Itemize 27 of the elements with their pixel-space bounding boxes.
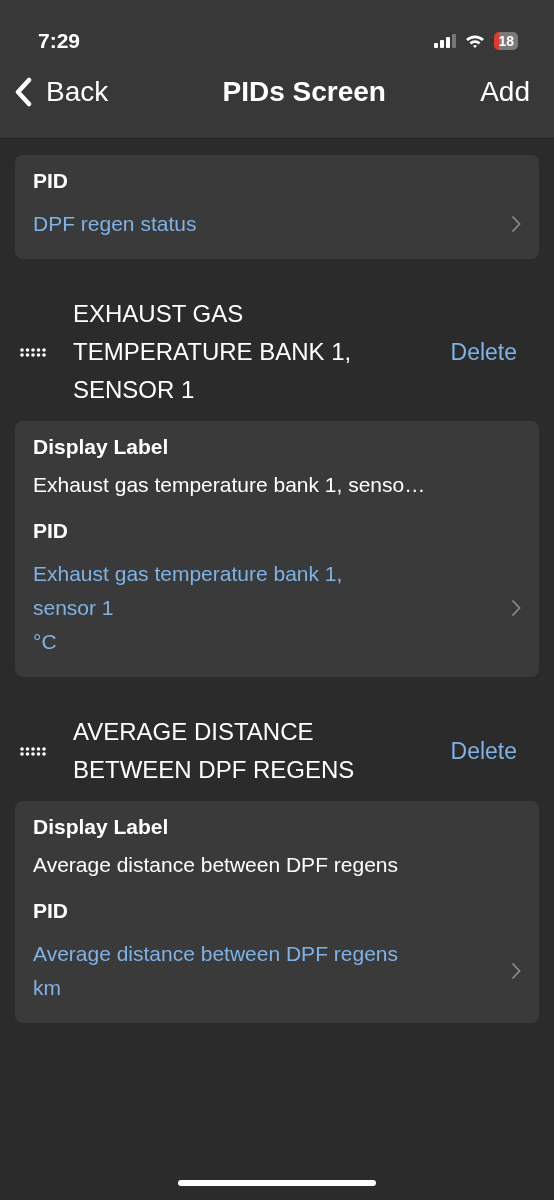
- wifi-icon: [465, 34, 486, 48]
- field-label: Display Label: [33, 815, 170, 839]
- delete-button[interactable]: Delete: [450, 737, 517, 765]
- field-label: PID: [33, 169, 69, 193]
- screen-title: PIDs Screen: [222, 76, 386, 108]
- add-button[interactable]: Add: [480, 76, 530, 108]
- status-time: 7:29: [38, 29, 81, 53]
- signal-icon: [434, 34, 457, 48]
- field-label: PID: [33, 519, 69, 543]
- pid-selector[interactable]: DPF regen status: [33, 207, 521, 241]
- chevron-right-icon: [511, 215, 521, 233]
- chevron-right-icon: [511, 599, 521, 617]
- field-value: Exhaust gas temperature bank 1, senso…: [33, 473, 427, 497]
- back-chevron-icon: [14, 77, 32, 107]
- field-label: PID: [33, 899, 69, 923]
- section-title: AVERAGE DISTANCE BETWEEN DPF REGENS: [73, 717, 356, 785]
- battery-indicator: 18: [494, 32, 518, 50]
- pid-selector[interactable]: Average distance between DPF regens km: [33, 937, 521, 1005]
- drag-handle-icon[interactable]: [20, 347, 46, 357]
- field-label: Display Label: [33, 435, 170, 459]
- field-value: Average distance between DPF regens: [33, 853, 399, 877]
- delete-button[interactable]: Delete: [450, 338, 517, 366]
- chevron-right-icon: [511, 962, 521, 980]
- pid-selector[interactable]: Exhaust gas temperature bank 1, sensor 1 °C: [33, 557, 521, 659]
- section-title: EXHAUST GAS TEMPERATURE BANK 1, SENSOR 1: [73, 299, 353, 405]
- drag-handle-icon[interactable]: [20, 746, 46, 756]
- back-button[interactable]: Back: [14, 76, 109, 108]
